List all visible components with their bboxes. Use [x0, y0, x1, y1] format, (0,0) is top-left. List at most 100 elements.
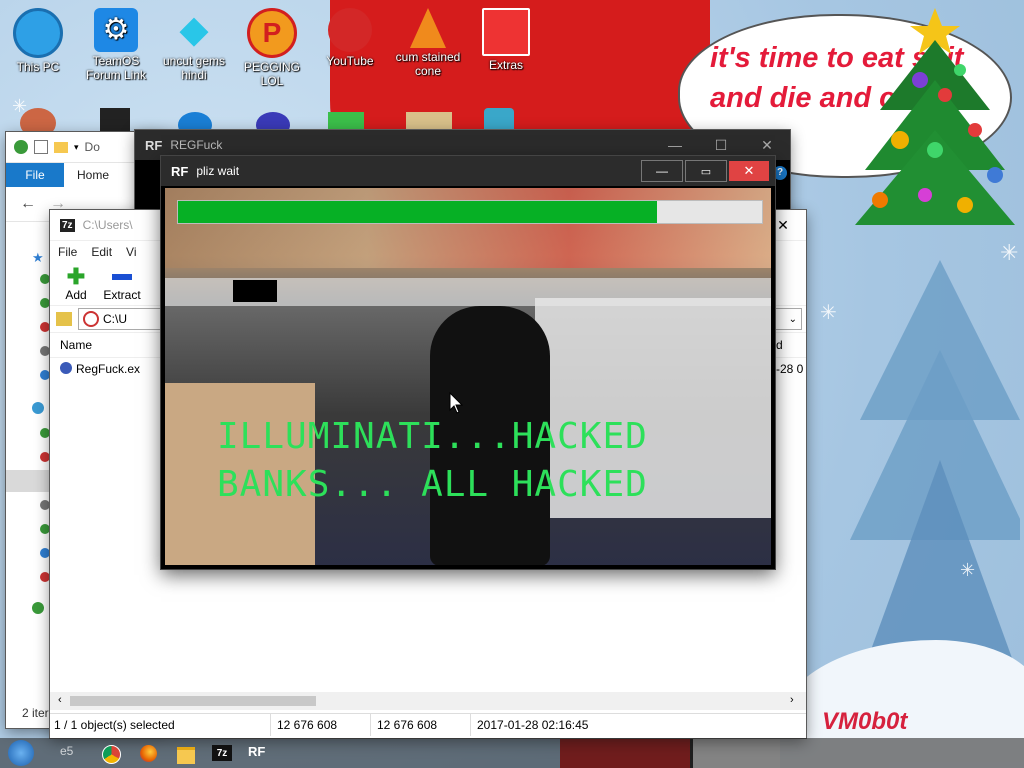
nav-item-icon[interactable]: [40, 298, 50, 308]
status-selected: 1 / 1 object(s) selected: [54, 718, 175, 732]
explorer-title: Do: [84, 140, 100, 154]
desktop-icon-teamos[interactable]: ⚙ TeamOS Forum Link: [78, 8, 154, 82]
status-packed: 12 676 608: [370, 714, 437, 736]
add-label: Add: [65, 288, 87, 302]
chrome-icon[interactable]: [102, 745, 121, 764]
snowflake-icon: ✳: [820, 302, 837, 324]
scroll-left-icon[interactable]: ‹: [58, 694, 62, 706]
7zip-app-icon: 7z: [60, 218, 75, 232]
nav-item-icon[interactable]: [40, 428, 50, 438]
signature-text: VM0b0t: [822, 708, 908, 735]
ribbon-tab-home[interactable]: Home: [64, 163, 122, 187]
nav-item-selected[interactable]: [6, 470, 50, 492]
nav-item-icon[interactable]: [40, 370, 50, 380]
desktop-icon-label: uncut gems hindi: [162, 54, 226, 82]
back-arrow-icon[interactable]: ←: [20, 195, 36, 213]
sevenzip-title: C:\Users\: [82, 218, 133, 232]
desktop-icon-cone[interactable]: cum stained cone: [390, 8, 466, 78]
file-date: -28 0: [776, 362, 804, 376]
quick-access-star-icon[interactable]: ★: [32, 250, 44, 266]
desktop-icon-youtube[interactable]: YouTube: [312, 8, 388, 68]
regfuck-taskbar-label: RF: [248, 744, 266, 759]
progress-bar: [177, 200, 763, 224]
desktop-icon-uncut-gems[interactable]: ◆ uncut gems hindi: [156, 8, 232, 82]
desktop-icon-label: This PC: [16, 60, 60, 74]
overlay-line-1: ILLUMINATI...HACKED: [217, 416, 648, 457]
nav-item-icon[interactable]: [40, 572, 50, 582]
censor-bar: [233, 280, 277, 302]
start-button[interactable]: [8, 740, 34, 766]
taskbar: e5 7z RF: [0, 738, 1024, 768]
pliz-wait-title: pliz wait: [196, 164, 240, 178]
snowflake-icon: ✳: [1000, 240, 1019, 265]
cone-icon: [410, 8, 446, 48]
chevron-down-icon[interactable]: ▾: [74, 142, 79, 153]
nav-item-icon[interactable]: [40, 500, 50, 510]
snowflake-icon: ✳: [810, 20, 832, 50]
desktop-icon-label: PEGGING LOL: [243, 60, 300, 88]
extract-button[interactable]: Extract: [100, 266, 144, 302]
pliz-wait-app-icon: RF: [171, 163, 189, 179]
checkbox-icon[interactable]: [34, 140, 48, 154]
maximize-button[interactable]: ▭: [685, 160, 727, 182]
regfuck-icon[interactable]: RF: [248, 744, 268, 762]
computer-icon: [13, 8, 63, 58]
7zip-taskbar-label: 7z: [216, 747, 228, 759]
nav-item-icon[interactable]: [40, 452, 50, 462]
nav-item-icon[interactable]: [40, 346, 50, 356]
desktop-icon-this-pc[interactable]: This PC: [0, 8, 76, 74]
p-logo-icon: P: [247, 8, 297, 58]
up-folder-icon[interactable]: [56, 312, 72, 326]
desktop-icon-label: YouTube: [326, 54, 374, 68]
start-overlay-text: e5: [60, 744, 74, 758]
horizontal-scrollbar[interactable]: ‹ ›: [50, 692, 806, 710]
status-modified: 2017-01-28 02:16:45: [470, 714, 588, 736]
gear-icon: ⚙: [94, 8, 138, 52]
minus-icon: [112, 274, 132, 280]
extract-label: Extract: [103, 288, 141, 302]
menu-file[interactable]: File: [58, 245, 77, 259]
add-button[interactable]: ✚ Add: [58, 264, 94, 303]
video-frame: ILLUMINATI...HACKED BANKS... ALL HACKED: [165, 188, 771, 565]
file-name: RegFuck.ex: [76, 362, 141, 376]
gift-icon: [482, 8, 530, 56]
help-icon[interactable]: ?: [773, 166, 787, 180]
desktop-icon-extras[interactable]: Extras: [468, 8, 544, 72]
nav-item-icon[interactable]: [40, 322, 50, 332]
navigation-pane: ★: [6, 232, 50, 722]
folder-icon: [54, 141, 68, 153]
diamond-icon: ◆: [179, 9, 209, 51]
path-dropdown-icon[interactable]: ⌄: [789, 314, 797, 325]
nav-item-icon[interactable]: [40, 524, 50, 534]
column-header-name[interactable]: Name: [60, 338, 92, 352]
nav-item-icon[interactable]: [40, 548, 50, 558]
scroll-right-icon[interactable]: ›: [790, 694, 794, 706]
desktop-icon-pegging[interactable]: P PEGGING LOL: [234, 8, 310, 88]
nav-item-icon[interactable]: [32, 602, 44, 614]
scrollbar-thumb[interactable]: [70, 696, 316, 706]
nav-item-icon[interactable]: [40, 274, 50, 284]
minimize-button[interactable]: —: [641, 160, 683, 182]
pliz-wait-window[interactable]: RF pliz wait — ▭ ✕ ILLUMINATI...HACKED B…: [161, 156, 775, 569]
nav-item-icon[interactable]: [32, 402, 44, 414]
firefox-icon[interactable]: [140, 745, 157, 762]
pine-tree-icon: [850, 260, 1020, 700]
menu-edit[interactable]: Edit: [91, 245, 112, 259]
regfuck-app-icon: RF: [145, 137, 163, 153]
status-bar: 1 / 1 object(s) selected 12 676 608 12 6…: [50, 713, 806, 736]
overlay-line-2: BANKS... ALL HACKED: [217, 464, 648, 505]
plus-icon: ✚: [66, 264, 86, 289]
snowflake-icon: ✳: [960, 560, 976, 580]
path-text: C:\U: [103, 312, 127, 326]
close-button[interactable]: ✕: [729, 161, 769, 181]
7zip-icon[interactable]: 7z: [212, 745, 232, 761]
christmas-tree-icon: [855, 8, 1015, 225]
desktop-icon-label: TeamOS Forum Link: [85, 54, 147, 82]
file-explorer-icon[interactable]: [177, 747, 195, 764]
mouse-cursor-icon: [449, 392, 463, 414]
menu-view[interactable]: Vi: [126, 245, 136, 259]
angry-bird-icon: [328, 8, 372, 52]
ribbon-tab-file[interactable]: File: [6, 163, 64, 187]
column-header-modified[interactable]: d: [776, 338, 783, 352]
explorer-app-icon: [14, 140, 28, 154]
